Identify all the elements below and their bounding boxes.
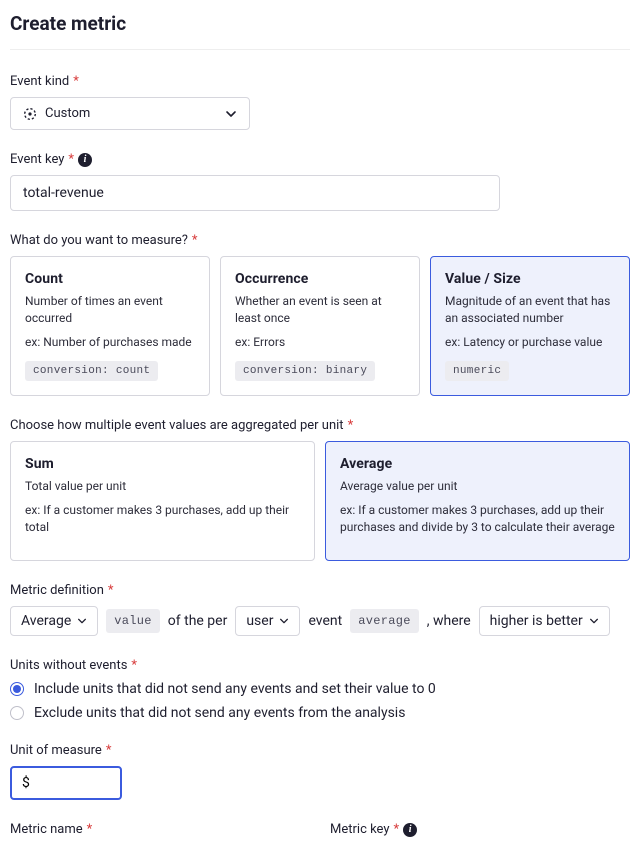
card-title: Count bbox=[25, 271, 195, 287]
radio-include-label: Include units that did not send any even… bbox=[34, 681, 436, 697]
card-title: Sum bbox=[25, 456, 300, 472]
chevron-down-icon bbox=[589, 616, 599, 626]
aggregate-option-average[interactable]: Average Average value per unit ex: If a … bbox=[325, 441, 630, 561]
card-tag: conversion: count bbox=[25, 361, 158, 381]
metric-definition-row: Average value of the per user event aver… bbox=[10, 606, 630, 636]
event-key-label: Event key * i bbox=[10, 152, 630, 167]
definition-text: event bbox=[308, 613, 342, 629]
measure-label: What do you want to measure? * bbox=[10, 233, 630, 248]
card-title: Average bbox=[340, 456, 615, 472]
card-sub: Magnitude of an event that has an associ… bbox=[445, 293, 615, 328]
card-sub: Number of times an event occurred bbox=[25, 293, 195, 328]
chevron-down-icon bbox=[225, 108, 237, 120]
card-example: ex: If a customer makes 3 purchases, add… bbox=[25, 502, 300, 537]
card-tag: numeric bbox=[445, 361, 509, 381]
definition-unit-select[interactable]: user bbox=[235, 606, 300, 636]
card-title: Value / Size bbox=[445, 271, 615, 287]
event-key-input[interactable] bbox=[10, 175, 500, 211]
page-title: Create metric bbox=[10, 12, 630, 50]
metric-name-label: Metric name * bbox=[10, 822, 310, 837]
card-sub: Average value per unit bbox=[340, 478, 615, 495]
card-example: ex: Latency or purchase value bbox=[445, 334, 615, 351]
custom-icon bbox=[23, 107, 37, 121]
info-icon[interactable]: i bbox=[78, 153, 92, 167]
unit-of-measure-input[interactable] bbox=[10, 766, 122, 800]
event-kind-select[interactable]: Custom bbox=[10, 97, 250, 130]
radio-exclude[interactable] bbox=[10, 706, 24, 720]
card-example: ex: Errors bbox=[235, 334, 405, 351]
definition-agg-select[interactable]: Average bbox=[10, 606, 98, 636]
event-kind-value: Custom bbox=[45, 106, 225, 121]
definition-avg-token: average bbox=[350, 609, 419, 633]
definition-text: of the per bbox=[168, 613, 228, 629]
card-sub: Total value per unit bbox=[25, 478, 300, 495]
units-without-label: Units without events * bbox=[10, 658, 630, 673]
measure-option-occurrence[interactable]: Occurrence Whether an event is seen at l… bbox=[220, 256, 420, 396]
measure-option-value-size[interactable]: Value / Size Magnitude of an event that … bbox=[430, 256, 630, 396]
aggregate-label: Choose how multiple event values are agg… bbox=[10, 418, 630, 433]
chevron-down-icon bbox=[77, 616, 87, 626]
measure-option-count[interactable]: Count Number of times an event occurred … bbox=[10, 256, 210, 396]
aggregate-options: Sum Total value per unit ex: If a custom… bbox=[10, 441, 630, 561]
definition-direction-select[interactable]: higher is better bbox=[479, 606, 610, 636]
metric-definition-label: Metric definition * bbox=[10, 583, 630, 598]
card-example: ex: If a customer makes 3 purchases, add… bbox=[340, 502, 615, 537]
event-kind-label: Event kind * bbox=[10, 74, 630, 89]
card-sub: Whether an event is seen at least once bbox=[235, 293, 405, 328]
card-title: Occurrence bbox=[235, 271, 405, 287]
radio-exclude-label: Exclude units that did not send any even… bbox=[34, 705, 405, 721]
card-example: ex: Number of purchases made bbox=[25, 334, 195, 351]
measure-options: Count Number of times an event occurred … bbox=[10, 256, 630, 396]
definition-text: , where bbox=[427, 613, 471, 629]
metric-key-label: Metric key * i bbox=[330, 822, 630, 837]
aggregate-option-sum[interactable]: Sum Total value per unit ex: If a custom… bbox=[10, 441, 315, 561]
info-icon[interactable]: i bbox=[403, 823, 417, 837]
chevron-down-icon bbox=[279, 616, 289, 626]
radio-include[interactable] bbox=[10, 682, 24, 696]
card-tag: conversion: binary bbox=[235, 361, 375, 381]
unit-of-measure-label: Unit of measure * bbox=[10, 743, 630, 758]
definition-value-token: value bbox=[106, 609, 160, 633]
